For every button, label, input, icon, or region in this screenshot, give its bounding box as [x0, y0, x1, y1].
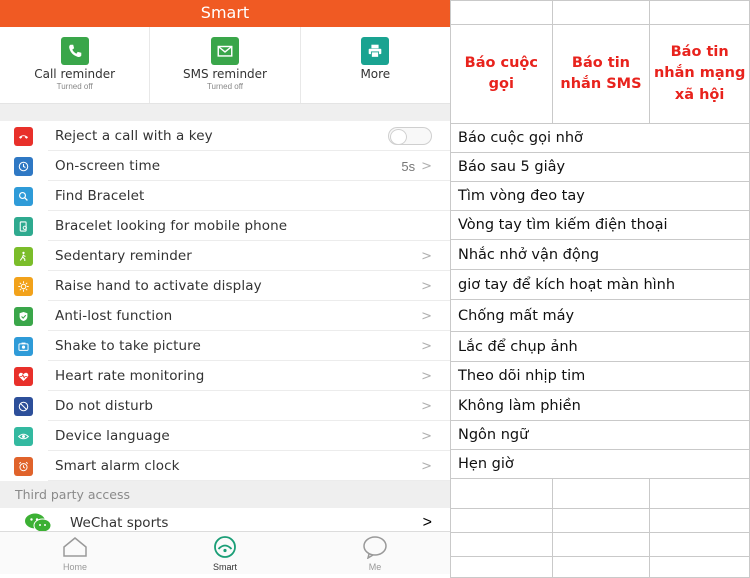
settings-list: Reject a call with a key On-screen time … — [0, 121, 450, 481]
heart-rate-row[interactable]: Heart rate monitoring > — [0, 361, 450, 391]
quick-actions: Call reminder Turned off SMS reminder Tu… — [0, 27, 450, 104]
table-row: Không làm phiền — [450, 390, 750, 421]
more-button[interactable]: More — [301, 27, 450, 103]
smart-icon — [214, 536, 236, 558]
chevron-right-icon: > — [421, 398, 432, 414]
mail-icon — [210, 37, 239, 65]
chevron-right-icon: > — [421, 158, 432, 174]
table-row: Hẹn giờ — [450, 449, 750, 479]
table-row: Nhắc nhở vận động — [450, 239, 750, 270]
table-row: Báo sau 5 giây — [450, 152, 750, 182]
sms-reminder-button[interactable]: SMS reminder Turned off — [150, 27, 301, 103]
table-header: Báo tin nhắn mạng xã hội — [649, 24, 750, 124]
chevron-right-icon: > — [422, 514, 432, 531]
sun-icon — [14, 276, 33, 296]
table-row: Theo dõi nhịp tim — [450, 361, 750, 391]
do-not-disturb-row[interactable]: Do not disturb > — [0, 391, 450, 421]
raise-hand-row[interactable]: Raise hand to activate display > — [0, 271, 450, 301]
table-row: Tìm vòng đeo tay — [450, 181, 750, 211]
anti-lost-row[interactable]: Anti-lost function > — [0, 301, 450, 331]
translation-table: Báo cuộc gọi Báo tin nhắn SMS Báo tin nh… — [450, 0, 750, 578]
user-icon — [363, 536, 387, 560]
table-row: Chống mất máy — [450, 299, 750, 332]
page-title: Smart — [0, 0, 450, 27]
device-language-row[interactable]: Device language > — [0, 421, 450, 451]
section-third-party: Third party access — [0, 481, 450, 508]
reject-call-icon — [14, 126, 33, 146]
bracelet-find-phone-row[interactable]: Bracelet looking for mobile phone — [0, 211, 450, 241]
table-row: Báo cuộc gọi nhỡ — [450, 123, 750, 153]
heart-rate-icon — [14, 366, 33, 386]
phone-icon — [60, 37, 89, 65]
on-screen-time-row[interactable]: On-screen time 5s > — [0, 151, 450, 181]
table-row: giơ tay để kích hoạt màn hình — [450, 269, 750, 300]
tab-home[interactable]: Home — [0, 532, 150, 574]
tab-me[interactable]: Me — [300, 532, 450, 574]
separator — [0, 104, 450, 121]
table-row: Lắc để chụp ảnh — [450, 331, 750, 362]
alarm-icon — [14, 456, 33, 476]
clock-icon — [14, 156, 33, 176]
printer-icon — [361, 37, 390, 65]
shield-icon — [14, 306, 33, 326]
tab-smart[interactable]: Smart — [150, 532, 300, 574]
chevron-right-icon: > — [421, 368, 432, 384]
chevron-right-icon: > — [421, 308, 432, 324]
reject-call-row[interactable]: Reject a call with a key — [0, 121, 450, 151]
reject-call-toggle[interactable] — [388, 127, 432, 145]
bottom-tab-bar: Home Smart Me — [0, 531, 450, 574]
table-row: Ngôn ngữ — [450, 420, 750, 450]
sedentary-reminder-row[interactable]: Sedentary reminder > — [0, 241, 450, 271]
table-row: Vòng tay tìm kiếm điện thoại — [450, 210, 750, 240]
chevron-right-icon: > — [421, 428, 432, 444]
no-entry-icon — [14, 396, 33, 416]
on-screen-time-value: 5s — [401, 158, 416, 174]
table-header: Báo tin nhắn SMS — [551, 24, 651, 124]
search-icon — [14, 186, 33, 206]
call-reminder-button[interactable]: Call reminder Turned off — [0, 27, 151, 103]
chevron-right-icon: > — [421, 458, 432, 474]
find-bracelet-row[interactable]: Find Bracelet — [0, 181, 450, 211]
home-icon — [63, 537, 87, 557]
chevron-right-icon: > — [421, 248, 432, 264]
phone-screen: Smart Call reminder Turned off SMS remin… — [0, 0, 450, 574]
chevron-right-icon: > — [421, 338, 432, 354]
camera-icon — [14, 336, 33, 356]
phone-search-icon — [14, 216, 33, 236]
walking-icon — [14, 246, 33, 266]
smart-alarm-row[interactable]: Smart alarm clock > — [0, 451, 450, 481]
eye-icon — [14, 426, 33, 446]
shake-picture-row[interactable]: Shake to take picture > — [0, 331, 450, 361]
table-header: Báo cuộc gọi — [450, 24, 553, 124]
chevron-right-icon: > — [421, 278, 432, 294]
